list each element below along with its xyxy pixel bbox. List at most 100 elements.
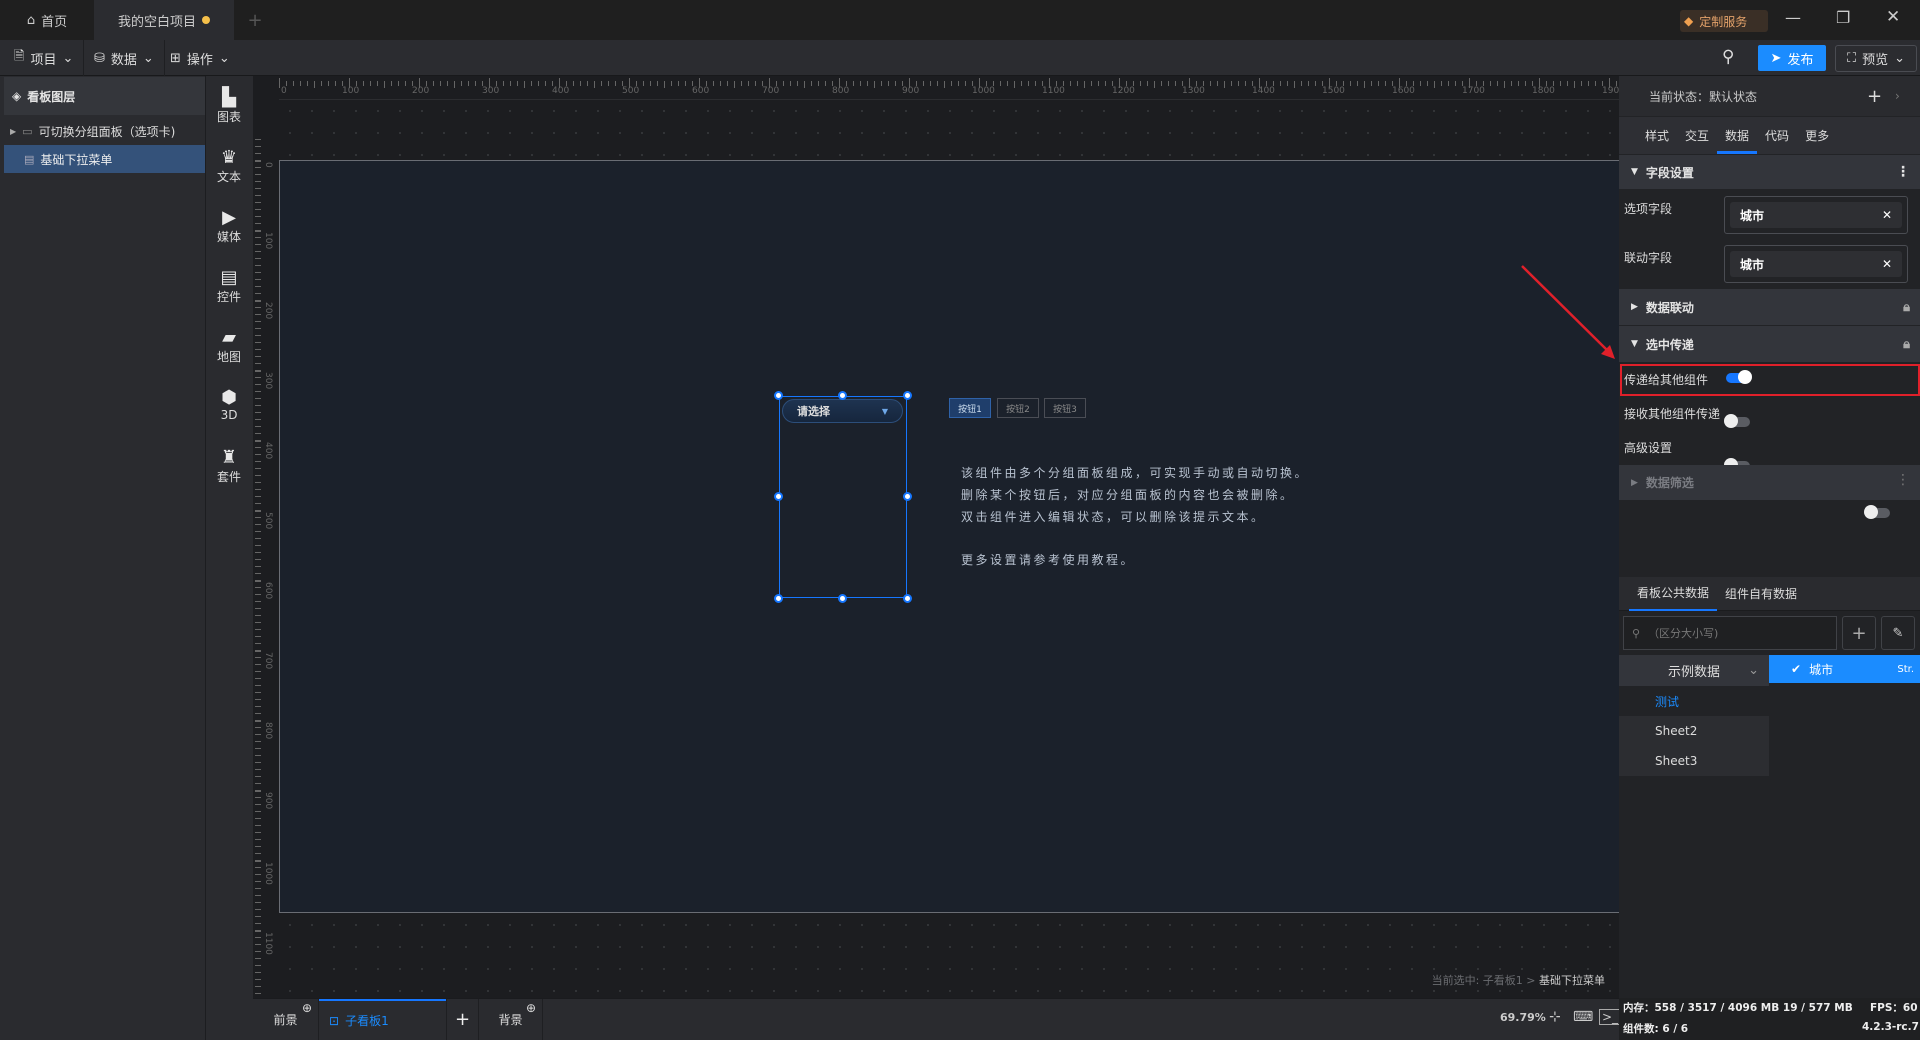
tab-button-2[interactable]: 按钮2 — [997, 398, 1039, 418]
tab-project[interactable]: 我的空白项目 — [94, 0, 234, 40]
layer-item-selected[interactable]: ▤ 基础下拉菜单 — [4, 145, 205, 173]
layer-item[interactable]: ▶ ▭ 可切换分组面板（选项卡) — [4, 118, 205, 144]
ruler-tick — [1035, 81, 1036, 86]
grid-icon: ⊞ — [170, 50, 181, 66]
preview-button[interactable]: ⛶ 预览 ⌄ — [1835, 45, 1917, 72]
ruler-tick — [255, 657, 261, 658]
keyboard-icon[interactable]: ⌨ — [1573, 1009, 1593, 1025]
dropdown-select[interactable]: 请选择 ▼ — [782, 399, 903, 423]
caret-down-icon: ▼ — [881, 406, 888, 416]
terminal-icon[interactable]: >_ — [1599, 1009, 1622, 1025]
section-select-pass[interactable]: ▼ 选中传递 🔒︎ — [1619, 326, 1920, 362]
receive-others-toggle[interactable] — [1724, 414, 1750, 428]
tab-home[interactable]: ⌂ 首页 — [0, 0, 94, 40]
tab-4[interactable]: 更多 — [1797, 127, 1837, 154]
component-suite[interactable]: ♜ 套件 — [205, 448, 253, 485]
more-vertical-icon[interactable]: ⋮ — [1896, 472, 1910, 488]
ruler-tick — [1385, 81, 1386, 86]
edit-icon: ✎ — [1892, 625, 1904, 641]
publish-button[interactable]: ➤ 发布 — [1758, 45, 1826, 71]
menu-project[interactable]: 🗎 项目 ⌄ — [4, 40, 85, 76]
ruler-tick — [255, 209, 261, 210]
add-tab-button[interactable]: + — [240, 0, 270, 40]
component-text[interactable]: ♛ 文本 — [205, 148, 253, 185]
artboard[interactable] — [279, 160, 1619, 913]
ruler-tick — [440, 81, 441, 86]
link-field-input[interactable]: 城市 ✕ — [1724, 245, 1908, 283]
component-chart[interactable]: ▙ 图表 — [205, 88, 253, 125]
menu-ops[interactable]: ⊞ 操作 ⌄ — [160, 40, 240, 76]
tab-2[interactable]: 数据 — [1717, 127, 1758, 154]
add-data-button[interactable]: + — [1842, 616, 1876, 650]
data-filter-toggle[interactable] — [1864, 505, 1890, 519]
resize-handle[interactable] — [774, 391, 783, 400]
custom-service-button[interactable]: ◆ 定制服务 — [1680, 10, 1768, 32]
tab-own-data[interactable]: 组件自有数据 — [1717, 577, 1805, 610]
edit-data-button[interactable]: ✎ — [1881, 616, 1915, 650]
resize-handle[interactable] — [903, 492, 912, 501]
ruler-tick — [1518, 81, 1519, 86]
component-map[interactable]: ▰ 地图 — [205, 328, 253, 365]
component-control[interactable]: ▤ 控件 — [205, 268, 253, 305]
tab-button-1[interactable]: 按钮1 — [949, 398, 991, 418]
ruler-tick — [255, 517, 261, 518]
resize-handle[interactable] — [838, 391, 847, 400]
resize-handle[interactable] — [903, 594, 912, 603]
ruler-tick — [255, 818, 261, 819]
chevron-right-icon[interactable]: › — [1895, 89, 1900, 103]
state-bar: 当前状态：默认状态 + › — [1619, 76, 1920, 116]
pass-to-others-toggle[interactable] — [1726, 370, 1752, 384]
section-data-link[interactable]: ▶ 数据联动 🔒︎ — [1619, 289, 1920, 325]
tab-public-data[interactable]: 看板公共数据 — [1629, 576, 1718, 611]
data-search-input[interactable]: ⚲ （区分大小写) — [1623, 616, 1837, 650]
tab-button-3[interactable]: 按钮3 — [1044, 398, 1086, 418]
add-state-icon[interactable]: + — [1867, 86, 1882, 107]
more-vertical-icon[interactable]: ⋮ — [1896, 164, 1910, 180]
resize-handle[interactable] — [838, 594, 847, 603]
clear-icon[interactable]: ✕ — [1882, 257, 1892, 271]
zoom-level[interactable]: 69.79% — [1500, 1011, 1546, 1024]
option-field-input[interactable]: 城市 ✕ — [1724, 196, 1908, 234]
dataset-select[interactable]: 示例数据 ⌄ — [1619, 655, 1769, 686]
clear-icon[interactable]: ✕ — [1882, 208, 1892, 222]
ruler-tick — [255, 846, 261, 847]
add-circle-icon[interactable]: ⊕ — [302, 1001, 312, 1015]
minimize-icon[interactable]: — — [1785, 8, 1801, 27]
ruler-tick — [391, 81, 392, 86]
tab-foreground[interactable]: 前景 ⊕ — [253, 999, 319, 1040]
resize-handle[interactable] — [774, 594, 783, 603]
lock-icon[interactable]: 🔒︎ — [1903, 300, 1910, 315]
section-data-filter[interactable]: ▶ 数据筛选 — [1619, 465, 1920, 500]
section-field-settings[interactable]: ▼ 字段设置 ⋮ — [1619, 155, 1920, 189]
ruler-tick — [255, 664, 261, 665]
tab-subboard[interactable]: ⊡ 子看板1 — [319, 999, 446, 1040]
selected-dropdown-component[interactable]: 请选择 ▼ — [774, 391, 912, 603]
fit-screen-icon[interactable]: ⊹ — [1549, 1009, 1561, 1025]
column-item-selected[interactable]: ✔ 城市 Str. — [1769, 655, 1920, 683]
ruler-tick — [255, 706, 261, 707]
search-icon[interactable]: ⚲ — [1722, 47, 1734, 67]
current-state[interactable]: 当前状态：默认状态 — [1649, 88, 1757, 105]
ruler-tick — [510, 81, 511, 86]
sheet-item[interactable]: Sheet2 — [1619, 716, 1769, 746]
add-circle-icon[interactable]: ⊕ — [526, 1001, 536, 1015]
ruler-tick — [255, 573, 261, 574]
ruler-tick — [538, 81, 539, 86]
component-media[interactable]: ▶ 媒体 — [205, 208, 253, 245]
add-board-button[interactable]: + — [446, 999, 479, 1040]
resize-handle[interactable] — [903, 391, 912, 400]
ruler-tick — [657, 81, 658, 86]
tab-3[interactable]: 代码 — [1757, 127, 1797, 154]
ruler-tick — [255, 629, 261, 630]
tab-0[interactable]: 样式 — [1637, 127, 1677, 154]
sheet-item[interactable]: Sheet3 — [1619, 746, 1769, 776]
tab-background[interactable]: 背景 ⊕ — [479, 999, 543, 1040]
tab-1[interactable]: 交互 — [1677, 127, 1717, 154]
resize-handle[interactable] — [774, 492, 783, 501]
menu-data[interactable]: ⛁ 数据 ⌄ — [84, 40, 165, 76]
close-icon[interactable]: ✕ — [1886, 7, 1900, 27]
restore-icon[interactable]: ❐ — [1836, 8, 1850, 27]
sheet-item-active[interactable]: 测试 — [1619, 686, 1769, 716]
component-3d[interactable]: ⬢ 3D — [205, 388, 253, 423]
lock-icon[interactable]: 🔒︎ — [1903, 337, 1910, 352]
